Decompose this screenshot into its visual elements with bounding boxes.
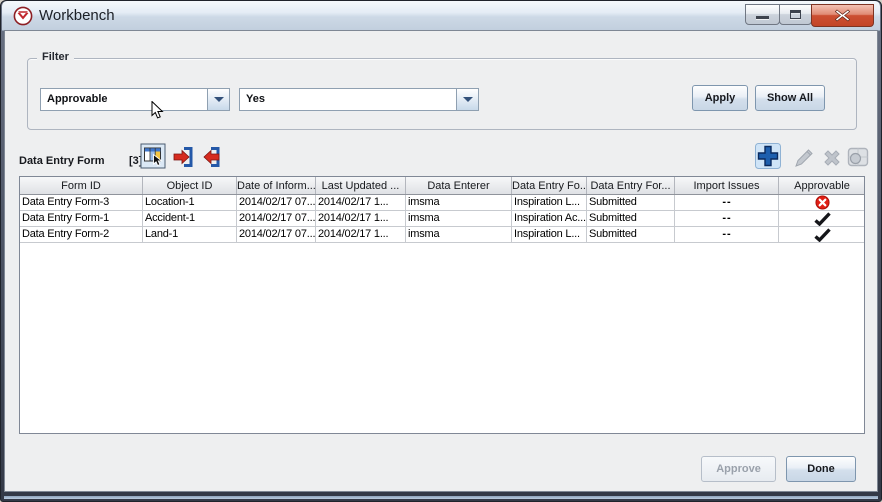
cell-data-entry-fo: Inspiration L... <box>512 195 587 210</box>
titlebar[interactable]: Workbench <box>2 1 880 31</box>
not-approvable-icon <box>815 195 830 210</box>
filter-field-value: Approvable <box>41 89 207 110</box>
export-arrow-icon[interactable] <box>197 144 223 170</box>
maximize-icon <box>790 10 801 19</box>
cell-date-of-inform: 2014/02/17 07... <box>237 227 316 242</box>
column-header-data-entry-fo[interactable]: Data Entry Fo... <box>512 177 587 194</box>
client-area: Filter Approvable Yes Apply Show All Dat… <box>5 31 877 491</box>
cell-object-id: Accident-1 <box>143 211 237 226</box>
cell-object-id: Land-1 <box>143 227 237 242</box>
approvable-check-icon <box>814 212 831 226</box>
apply-button[interactable]: Apply <box>692 85 748 111</box>
cell-import-issues: -- <box>675 195 779 210</box>
column-header-form-id[interactable]: Form ID <box>20 177 143 194</box>
cell-object-id: Location-1 <box>143 195 237 210</box>
cell-form-id: Data Entry Form-3 <box>20 195 143 210</box>
add-icon[interactable] <box>755 143 781 169</box>
cell-import-issues: -- <box>675 227 779 242</box>
cell-data-entry-for: Submitted <box>587 211 675 226</box>
cell-approvable <box>779 195 865 210</box>
workbench-window: Workbench Filter Approvable Yes Apply <box>0 0 882 502</box>
chevron-down-icon <box>463 97 473 102</box>
close-x-icon <box>835 9 850 22</box>
cell-data-enterer: imsma <box>406 195 512 210</box>
cell-date-of-inform: 2014/02/17 07... <box>237 195 316 210</box>
approve-button[interactable]: Approve <box>701 456 776 482</box>
filter-field-dropdown-button[interactable] <box>207 89 229 110</box>
cell-approvable <box>779 211 865 226</box>
filter-value-value: Yes <box>240 89 456 110</box>
edit-pencil-icon <box>791 145 817 171</box>
filter-field-dropdown[interactable]: Approvable <box>40 88 230 111</box>
cell-form-id: Data Entry Form-2 <box>20 227 143 242</box>
cell-last-updated: 2014/02/17 1... <box>316 211 406 226</box>
cell-data-enterer: imsma <box>406 211 512 226</box>
delete-x-icon <box>819 145 845 171</box>
column-chooser-icon[interactable] <box>140 143 166 169</box>
app-logo-icon <box>13 6 33 26</box>
table-row[interactable]: Data Entry Form-1Accident-12014/02/17 07… <box>20 211 864 227</box>
column-header-import-issues[interactable]: Import Issues <box>675 177 779 194</box>
cell-data-entry-fo: Inspiration Ac... <box>512 211 587 226</box>
cell-data-enterer: imsma <box>406 227 512 242</box>
cell-form-id: Data Entry Form-1 <box>20 211 143 226</box>
approvable-check-icon <box>814 228 831 242</box>
table-row[interactable]: Data Entry Form-3Location-12014/02/17 07… <box>20 195 864 211</box>
done-button[interactable]: Done <box>786 456 856 482</box>
column-header-data-enterer[interactable]: Data Enterer <box>406 177 512 194</box>
maximize-button[interactable] <box>779 4 812 25</box>
cell-data-entry-for: Submitted <box>587 195 675 210</box>
import-arrow-icon[interactable] <box>170 144 196 170</box>
column-header-date-of-inform[interactable]: Date of Inform... <box>237 177 316 194</box>
cell-last-updated: 2014/02/17 1... <box>316 195 406 210</box>
column-header-object-id[interactable]: Object ID <box>143 177 237 194</box>
table-body: Data Entry Form-3Location-12014/02/17 07… <box>20 195 864 243</box>
close-button[interactable] <box>811 4 874 27</box>
cell-approvable <box>779 227 865 242</box>
show-all-button[interactable]: Show All <box>755 85 825 111</box>
filter-value-dropdown[interactable]: Yes <box>239 88 479 111</box>
chevron-down-icon <box>214 97 224 102</box>
filter-label: Filter <box>37 51 74 63</box>
minimize-icon <box>756 16 769 19</box>
column-header-last-updated[interactable]: Last Updated ... <box>316 177 406 194</box>
filter-value-dropdown-button[interactable] <box>456 89 478 110</box>
cell-data-entry-for: Submitted <box>587 227 675 242</box>
column-header-approvable[interactable]: Approvable <box>779 177 865 194</box>
cell-last-updated: 2014/02/17 1... <box>316 227 406 242</box>
data-entry-form-table: Form IDObject IDDate of Inform...Last Up… <box>19 176 865 434</box>
cell-data-entry-fo: Inspiration L... <box>512 227 587 242</box>
cell-import-issues: -- <box>675 211 779 226</box>
table-row[interactable]: Data Entry Form-2Land-12014/02/17 07...2… <box>20 227 864 243</box>
column-header-data-entry-for[interactable]: Data Entry For... <box>587 177 675 194</box>
map-view-icon <box>845 144 871 170</box>
section-title: Data Entry Form <box>19 155 105 167</box>
mouse-cursor <box>151 101 164 125</box>
table-header-row: Form IDObject IDDate of Inform...Last Up… <box>20 177 864 195</box>
minimize-button[interactable] <box>745 4 780 25</box>
cell-date-of-inform: 2014/02/17 07... <box>237 211 316 226</box>
window-controls <box>746 4 874 27</box>
window-title: Workbench <box>39 7 115 24</box>
